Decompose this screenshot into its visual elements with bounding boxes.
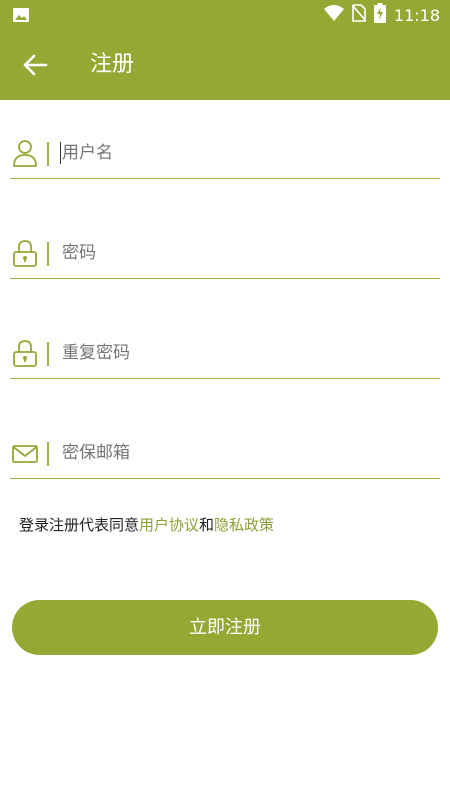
- lock-icon: [12, 238, 38, 268]
- no-sim-icon: [351, 4, 367, 26]
- secure-email-input[interactable]: [62, 441, 422, 465]
- field-divider: [47, 442, 49, 466]
- agreement-text: 登录注册代表同意用户协议和隐私政策: [19, 514, 274, 536]
- privacy-policy-link[interactable]: 隐私政策: [214, 516, 274, 534]
- secure-email-field[interactable]: [10, 428, 440, 479]
- field-divider: [47, 142, 49, 166]
- field-divider: [47, 342, 49, 366]
- mail-icon: [12, 438, 38, 468]
- register-button[interactable]: 立即注册: [12, 600, 438, 655]
- password-input[interactable]: [62, 241, 422, 265]
- text-cursor: [60, 142, 61, 164]
- user-icon: [12, 138, 38, 168]
- confirm-password-input[interactable]: [62, 341, 422, 365]
- confirm-password-field[interactable]: [10, 328, 440, 379]
- agreement-conjunction: 和: [199, 516, 215, 534]
- back-arrow-icon[interactable]: [22, 53, 48, 77]
- username-field[interactable]: [10, 128, 440, 179]
- status-time: 11:18: [393, 5, 440, 25]
- wifi-icon: [323, 5, 344, 25]
- image-icon: [12, 7, 30, 27]
- user-agreement-link[interactable]: 用户协议: [139, 516, 199, 534]
- status-bar: 11:18: [0, 0, 450, 30]
- page-title: 注册: [90, 52, 135, 77]
- battery-charging-icon: [373, 3, 386, 27]
- field-divider: [47, 242, 49, 266]
- lock-icon: [12, 338, 38, 368]
- app-bar: 注册: [0, 30, 450, 100]
- agreement-prefix: 登录注册代表同意: [19, 516, 140, 534]
- password-field[interactable]: [10, 228, 440, 279]
- username-input[interactable]: [62, 141, 422, 165]
